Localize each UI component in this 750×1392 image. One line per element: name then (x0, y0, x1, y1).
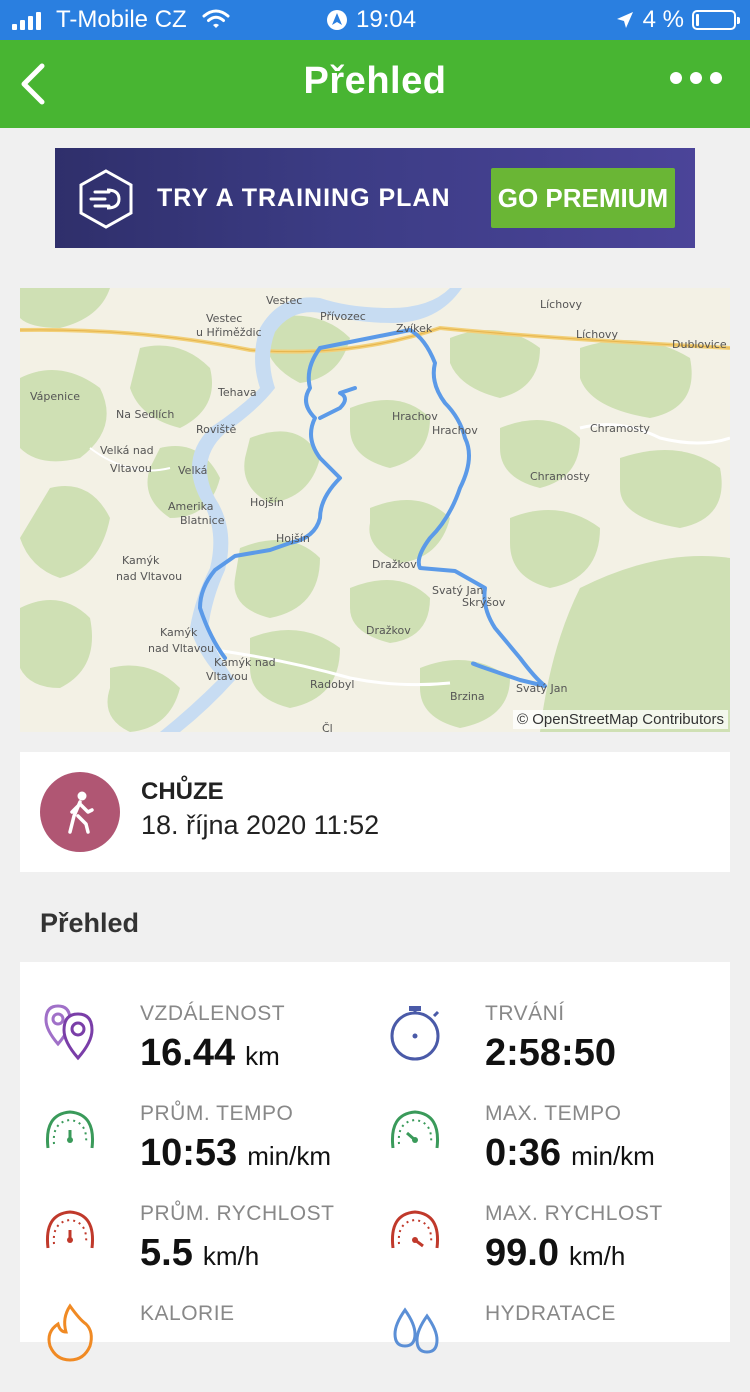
map-place-label: Vestec (266, 294, 302, 307)
stat-avg-speed: PRŮM. RYCHLOST 5.5 km/h (40, 1202, 380, 1292)
map-place-label: Brzina (450, 690, 485, 703)
stat-value: 99.0 km/h (485, 1232, 626, 1274)
map-place-label: Kamýk (160, 626, 198, 639)
battery-percent: 4 % (642, 6, 684, 33)
stat-value: 5.5 km/h (140, 1232, 260, 1274)
map-place-label: Zvíkek (396, 322, 433, 335)
map-place-label: Chramosty (590, 422, 650, 435)
map-place-label: Vápenice (30, 390, 80, 403)
stat-avg-pace: PRŮM. TEMPO 10:53 min/km (40, 1102, 380, 1192)
distance-pins-icon (44, 1004, 94, 1061)
map-place-label: Hojšín (250, 496, 284, 509)
map-place-label: Tehava (217, 386, 257, 399)
map-place-label: Vltavou (206, 670, 248, 683)
map-attribution: © OpenStreetMap Contributors (513, 710, 728, 729)
map-place-label: Svatý Jan (516, 682, 568, 695)
map-place-label: Hojšín (276, 532, 310, 545)
map-place-label: u Hřiměždic (196, 326, 262, 339)
carrier-name: T-Mobile CZ (56, 6, 187, 33)
activity-date: 18. října 2020 11:52 (141, 810, 380, 840)
stat-value: 16.44 km (140, 1032, 280, 1074)
map-place-label: Dražkov (366, 624, 411, 637)
map-place-label: Líchovy (540, 298, 582, 311)
stat-value: 0:36 min/km (485, 1132, 655, 1174)
premium-banner[interactable]: TRY A TRAINING PLAN GO PREMIUM (55, 148, 695, 248)
map-canvas: VestecVestecu HřiměždicPřívozecZvíkekLíc… (20, 288, 730, 732)
map-place-label: Velká nad (100, 444, 154, 457)
go-premium-button[interactable]: GO PREMIUM (491, 168, 675, 228)
stat-label: PRŮM. RYCHLOST (140, 1202, 335, 1225)
page-title: Přehled (303, 60, 447, 102)
map-place-label: Čl (322, 722, 333, 732)
map-place-label: Kamýk nad (214, 656, 276, 669)
section-title: Přehled (40, 908, 140, 938)
map-place-label: Chramosty (530, 470, 590, 483)
stat-label: TRVÁNÍ (485, 1002, 565, 1025)
activity-card: CHŮZE 18. října 2020 11:52 (20, 752, 730, 872)
stat-distance: VZDÁLENOST 16.44 km (40, 1002, 380, 1092)
stat-max-speed: MAX. RYCHLOST 99.0 km/h (385, 1202, 725, 1292)
stats-card: VZDÁLENOST 16.44 km TRVÁNÍ 2:58:50 PRŮM. … (20, 962, 730, 1362)
map-place-label: Dublovice (672, 338, 727, 351)
map-place-label: nad Vltavou (148, 642, 214, 655)
stat-hydration: HYDRATACE (385, 1302, 725, 1392)
stopwatch-icon (390, 1006, 440, 1061)
map-place-label: Líchovy (576, 328, 618, 341)
training-plan-icon (79, 169, 133, 229)
flame-icon (47, 1303, 93, 1362)
map-place-label: Roviště (196, 423, 236, 436)
pace-gauge-icon (45, 1110, 95, 1149)
map-place-label: Kamýk (122, 554, 160, 567)
wifi-icon (202, 9, 230, 28)
stat-calories: KALORIE (40, 1302, 380, 1392)
map-place-label: Na Sedlích (116, 408, 174, 421)
stat-label: HYDRATACE (485, 1302, 616, 1325)
status-bar: T-Mobile CZ 19:04 4 % (0, 0, 750, 40)
speed-gauge-icon (45, 1210, 95, 1249)
water-drops-icon (393, 1307, 439, 1354)
banner-title: TRY A TRAINING PLAN (157, 184, 451, 212)
app-header: Přehled (0, 40, 750, 128)
route-map[interactable]: Vestec Vestec u Hřiměždic Přívozec Zvíkek Líc… (20, 288, 730, 732)
map-place-label: Skrýšov (462, 596, 506, 609)
activity-avatar (40, 772, 120, 852)
map-place-label: Dražkov (372, 558, 417, 571)
map-place-label: Velká (178, 464, 207, 477)
walking-person-icon (68, 791, 94, 834)
max-speed-gauge-icon (390, 1210, 440, 1249)
map-place-label: Hrachov (432, 424, 478, 437)
map-place-label: Vestec (206, 312, 242, 325)
navigation-arrow-icon (327, 10, 347, 30)
signal-icon (12, 12, 41, 30)
clock: 19:04 (356, 6, 417, 33)
stat-label: VZDÁLENOST (140, 1002, 286, 1025)
stat-label: KALORIE (140, 1302, 235, 1325)
stat-label: MAX. TEMPO (485, 1102, 622, 1125)
stat-value: 2:58:50 (485, 1032, 616, 1074)
map-place-label: Blatnice (180, 514, 225, 527)
battery-icon (692, 10, 740, 30)
location-arrow-icon (616, 12, 633, 28)
activity-type: CHŮZE (141, 778, 224, 805)
more-options-button[interactable] (670, 72, 722, 84)
stat-label: MAX. RYCHLOST (485, 1202, 663, 1225)
map-place-label: Amerika (168, 500, 214, 513)
map-place-label: Radobyl (310, 678, 354, 691)
map-place-label: Vltavou (110, 462, 152, 475)
map-place-label: nad Vltavou (116, 570, 182, 583)
map-place-label: Hrachov (392, 410, 438, 423)
stat-label: PRŮM. TEMPO (140, 1102, 294, 1125)
stat-value: 10:53 min/km (140, 1132, 331, 1174)
stat-duration: TRVÁNÍ 2:58:50 (385, 1002, 725, 1092)
map-place-label: Přívozec (320, 310, 366, 323)
stat-max-pace: MAX. TEMPO 0:36 min/km (385, 1102, 725, 1192)
max-pace-gauge-icon (390, 1110, 440, 1149)
